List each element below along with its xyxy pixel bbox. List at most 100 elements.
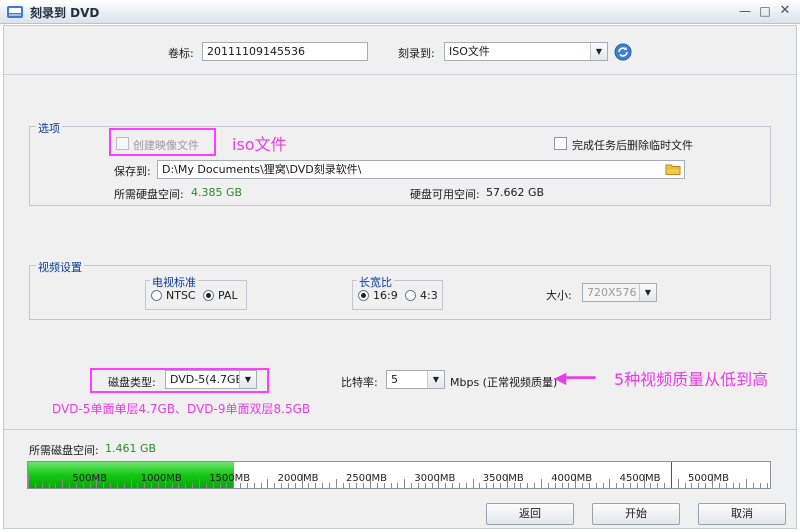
title-bar (0, 0, 800, 24)
scale-minor-tick (116, 483, 118, 488)
ratio-16-9-label: 16:9 (373, 289, 398, 302)
scale-tick-label: 4500MB (619, 473, 661, 484)
folder-icon[interactable] (665, 162, 681, 176)
minimize-button[interactable]: — (736, 3, 754, 19)
disk-usage-value: 1.461 GB (105, 442, 157, 455)
scale-minor-tick (110, 483, 112, 488)
scale-major-tick (28, 474, 29, 488)
disk-usage-label: 所需磁盘空间: (29, 444, 99, 457)
scale-minor-tick (411, 483, 413, 488)
scale-minor-tick (390, 483, 392, 488)
volume-input[interactable]: 20111109145536 (202, 42, 368, 61)
aspect-ratio-legend: 长宽比 (357, 274, 394, 290)
chevron-down-icon: ▼ (590, 43, 607, 60)
disc-type-value: DVD-5(4.7GB) (170, 373, 248, 386)
chevron-down-icon: ▼ (639, 284, 656, 301)
create-image-label: 创建映像文件 (133, 139, 199, 152)
delete-temp-checkbox[interactable] (554, 137, 567, 150)
disc-type-label: 磁盘类型: (108, 376, 156, 389)
scale-minor-tick (404, 479, 406, 488)
scale-minor-tick (199, 479, 200, 488)
burn-to-select[interactable]: ISO文件 ▼ (444, 42, 608, 61)
refresh-icon[interactable] (614, 43, 632, 61)
scale-minor-tick (192, 483, 194, 488)
disc-type-select[interactable]: DVD-5(4.7GB) ▼ (165, 370, 257, 389)
scale-minor-tick (753, 483, 755, 488)
scale-tick-label: 2000MB (277, 473, 319, 484)
pal-radio[interactable] (203, 290, 214, 301)
burn-to-value: ISO文件 (449, 45, 490, 58)
scale-minor-tick (253, 483, 255, 488)
scale-minor-tick (664, 483, 666, 488)
free-space-label: 硬盘可用空间: (410, 188, 480, 201)
ntsc-radio[interactable] (151, 290, 162, 301)
separator-line (4, 74, 796, 75)
bitrate-unit: Mbps (正常视频质量) (450, 376, 558, 389)
size-label: 大小: (546, 289, 572, 302)
scale-minor-tick (335, 479, 337, 488)
scale-minor-tick (616, 483, 618, 488)
bitrate-value: 5 (391, 373, 398, 386)
disc-annotation: DVD-5单面单层4.7GB、DVD-9单面双层8.5GB (52, 402, 311, 416)
scale-minor-tick (62, 479, 64, 488)
chevron-down-icon: ▼ (427, 371, 444, 388)
save-to-label: 保存到: (114, 165, 151, 178)
bitrate-select[interactable]: 5 ▼ (386, 370, 445, 389)
scale-tick-label: 500MB (72, 473, 107, 484)
scale-minor-tick (534, 483, 536, 488)
create-image-checkbox[interactable] (116, 137, 129, 150)
scale-tick-label: 3500MB (482, 473, 524, 484)
cancel-button[interactable]: 取消 (698, 503, 786, 525)
required-space-value: 4.385 GB (191, 186, 243, 199)
scale-minor-tick (746, 479, 748, 488)
scale-minor-tick (205, 483, 207, 488)
volume-label: 卷标: (168, 47, 194, 60)
scale-minor-tick (328, 483, 330, 488)
scale-minor-tick (677, 479, 679, 488)
back-button[interactable]: 返回 (486, 503, 574, 525)
chevron-down-icon: ▼ (239, 371, 256, 388)
arrow-left-icon: ◀━━━ (554, 368, 596, 387)
video-settings-legend: 视频设置 (36, 259, 84, 275)
scale-minor-tick (342, 483, 344, 488)
window-title: 刻录到 DVD (30, 6, 100, 20)
ntsc-label: NTSC (166, 289, 196, 302)
scale-minor-tick (41, 483, 43, 488)
scale-minor-tick (48, 483, 50, 488)
scale-minor-tick (595, 483, 597, 488)
scale-minor-tick (547, 483, 549, 488)
scale-minor-tick (732, 483, 734, 488)
scale-minor-tick (609, 479, 611, 488)
free-space-value: 57.662 GB (486, 186, 545, 199)
separator-line (4, 429, 796, 430)
ratio-4-3-radio[interactable] (405, 290, 416, 301)
scale-minor-tick (322, 483, 324, 488)
bitrate-label: 比特率: (341, 376, 378, 389)
scale-minor-tick (69, 483, 71, 488)
delete-temp-label: 完成任务后删除临时文件 (572, 139, 693, 152)
start-button[interactable]: 开始 (592, 503, 680, 525)
capacity-marker (671, 462, 672, 488)
ratio-16-9-radio[interactable] (358, 290, 369, 301)
scale-minor-tick (274, 483, 276, 488)
scale-minor-tick (527, 483, 529, 488)
save-path-input[interactable]: D:\My Documents\狸窝\DVD刻录软件\ (157, 160, 685, 179)
dvd-app-icon (7, 6, 23, 18)
scale-minor-tick (55, 483, 57, 488)
scale-tick-label: 1500MB (209, 473, 251, 484)
disk-usage-bar: 500MB 1000MB 1500MB 2000MB 2500MB 3000MB 3500M… (27, 461, 771, 489)
scale-minor-tick (458, 483, 460, 488)
maximize-button[interactable]: □ (756, 3, 774, 19)
burn-to-label: 刻录到: (398, 47, 435, 60)
scale-minor-tick (602, 483, 604, 488)
scale-minor-tick (479, 483, 481, 488)
scale-minor-tick (684, 483, 686, 488)
scale-tick-label: 2500MB (346, 473, 387, 484)
close-button[interactable]: ✕ (776, 3, 794, 19)
scale-minor-tick (739, 483, 741, 488)
scale-minor-tick (267, 479, 269, 488)
size-select[interactable]: 720X576 ▼ (582, 283, 657, 302)
scale-minor-tick (759, 483, 761, 488)
iso-annotation: iso文件 (232, 135, 287, 154)
tv-standard-legend: 电视标准 (150, 274, 198, 290)
